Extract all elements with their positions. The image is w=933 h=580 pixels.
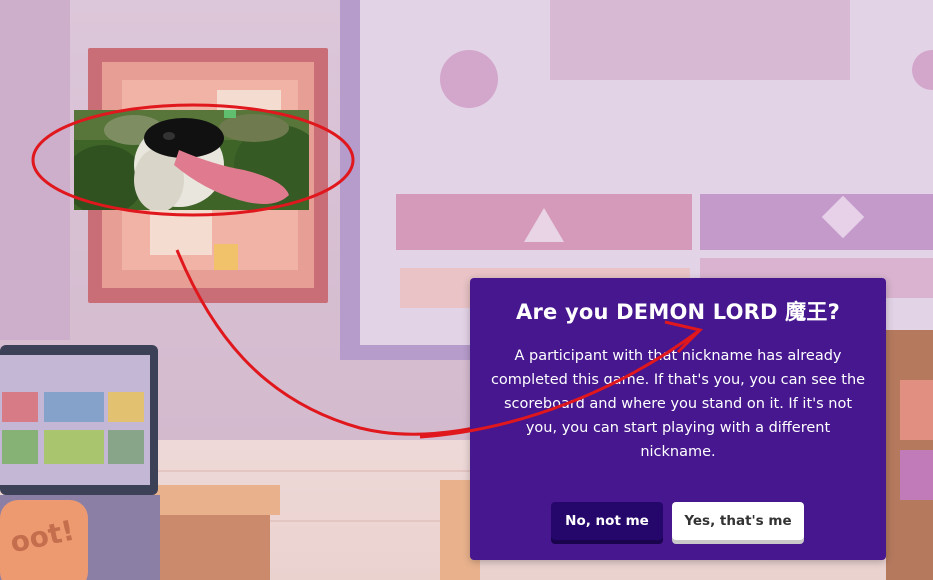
dialog-title: Are you DEMON LORD 魔王? — [516, 300, 840, 324]
book — [900, 380, 933, 440]
desk — [150, 485, 280, 515]
screen-tile — [108, 392, 144, 422]
yes-thats-me-button[interactable]: Yes, that's me — [672, 502, 804, 540]
screen-tile — [108, 430, 144, 464]
desk-side — [160, 515, 270, 580]
board-panel-right — [700, 194, 933, 250]
nickname-dialog: Are you DEMON LORD 魔王? A participant wit… — [470, 278, 886, 560]
screen-tile — [2, 430, 38, 464]
screen-tile — [2, 392, 38, 422]
triangle-shape — [524, 208, 564, 242]
book — [900, 450, 933, 500]
screen-tile — [44, 430, 104, 464]
sticky-note — [214, 244, 238, 270]
board-panel — [550, 0, 850, 80]
dog-photo-image — [74, 110, 309, 210]
board-circle — [440, 50, 498, 108]
wall-strip — [0, 0, 70, 340]
screen-tile — [44, 392, 104, 422]
dialog-message: A participant with that nickname has alr… — [490, 348, 866, 460]
dog-photo — [74, 110, 309, 210]
no-not-me-button[interactable]: No, not me — [551, 502, 663, 540]
paper-note — [150, 210, 212, 255]
